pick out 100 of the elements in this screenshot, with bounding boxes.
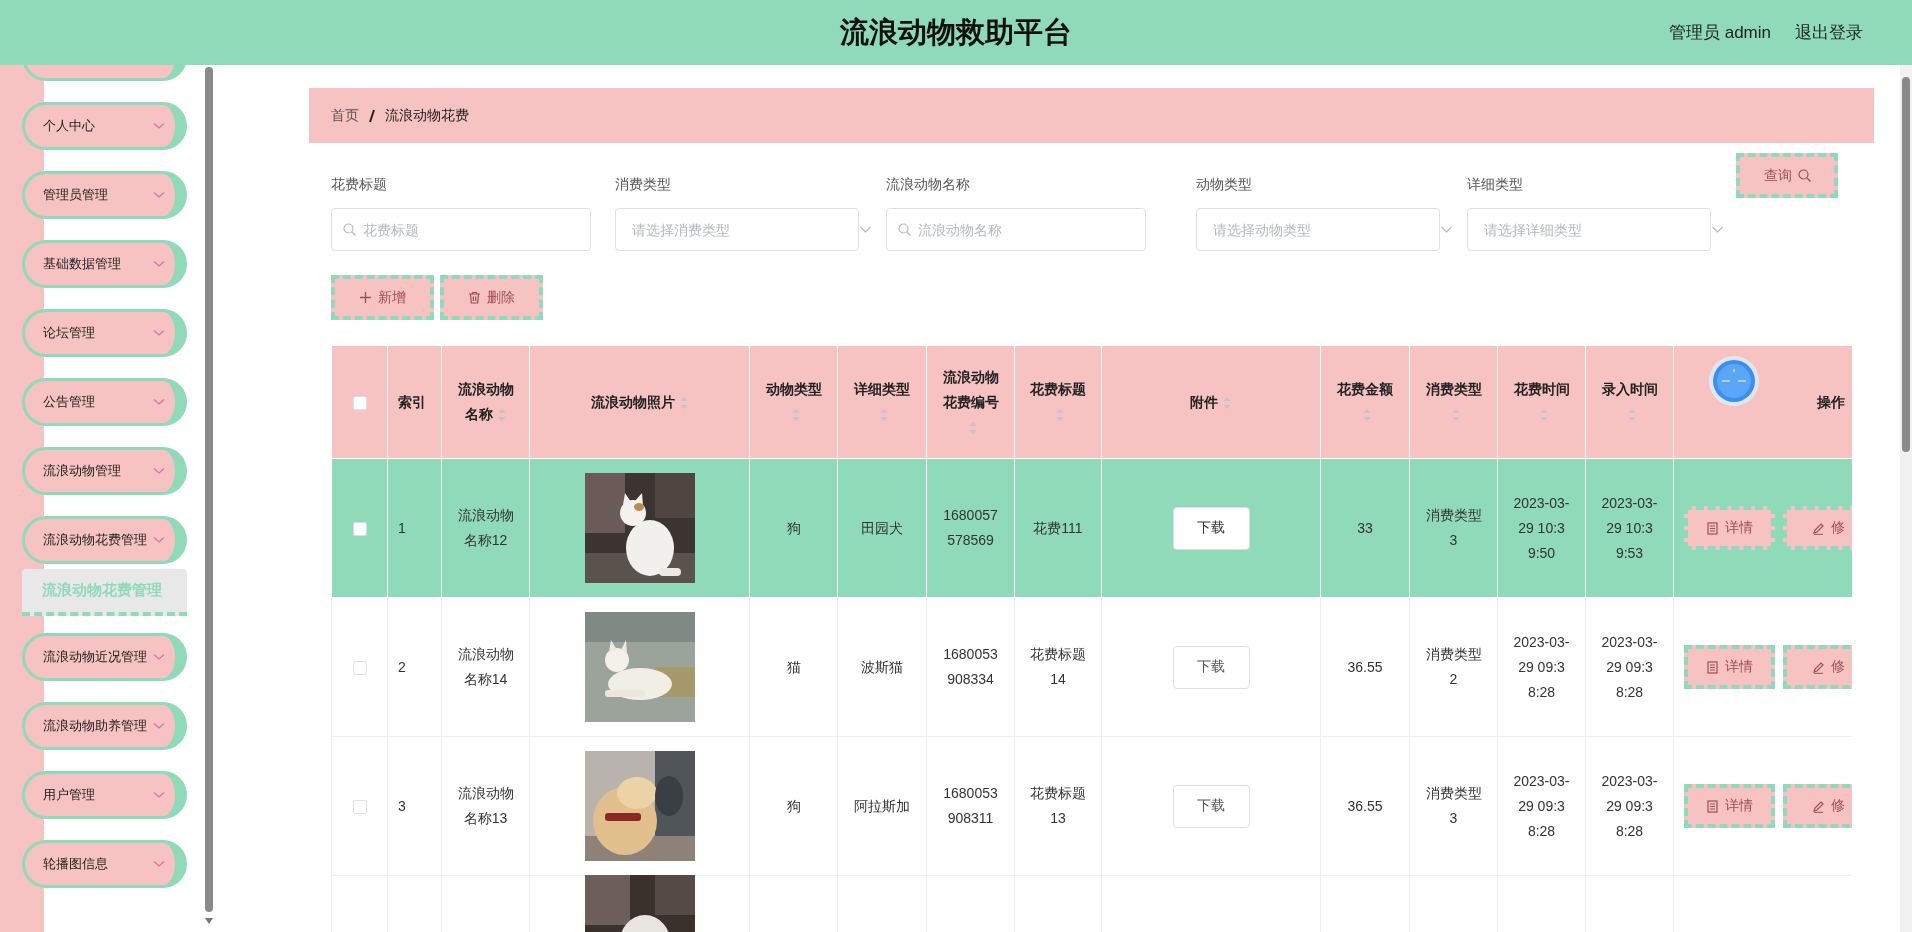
scrollbar-thumb[interactable]: [1902, 77, 1910, 452]
menu-item[interactable]: 流浪动物近况管理: [22, 633, 187, 681]
field-label: 详细类型: [1467, 176, 1524, 194]
sort-icon: [967, 420, 978, 435]
column-header: 操作: [1673, 345, 1852, 459]
field-label: 消费类型: [615, 176, 672, 194]
chevron-icon: [153, 722, 165, 730]
column-header: 流浪动物花费编号: [926, 345, 1015, 459]
dropdown-field[interactable]: 请选择消费类型: [615, 208, 859, 251]
table-cell: 流浪动物名称13: [441, 736, 530, 876]
table-cell: 阿拉斯加: [837, 736, 927, 876]
details-button[interactable]: 详情: [1684, 784, 1775, 828]
table-cell: 1680053908334: [926, 597, 1015, 737]
slash-icon: [368, 108, 376, 123]
search-icon: [1797, 169, 1811, 182]
table-cell: 1: [387, 458, 442, 598]
search-field[interactable]: 流浪动物名称: [886, 208, 1146, 251]
table-cell: 33: [1320, 458, 1410, 598]
chevron-icon: [153, 791, 165, 799]
sort-icon: [1538, 408, 1549, 423]
scrollbar-thumb[interactable]: [205, 67, 213, 912]
table-cell: 2023-03-29 09:38:28: [1585, 597, 1674, 737]
document-icon: [1706, 660, 1719, 674]
sort-icon: [678, 395, 689, 410]
pencil-icon: [1812, 799, 1825, 813]
checkbox[interactable]: [352, 521, 367, 536]
breadcrumb-link[interactable]: 首页: [331, 106, 359, 125]
edit-button[interactable]: 修: [1783, 506, 1852, 550]
add-button[interactable]: 新增: [331, 275, 434, 320]
document-icon: [1706, 799, 1719, 813]
download-button[interactable]: 下载: [1172, 784, 1250, 828]
field-label: 动物类型: [1196, 176, 1253, 194]
menu-item[interactable]: 论坛管理: [22, 309, 187, 357]
field-label: 花费标题: [331, 176, 388, 194]
column-header: 花费时间: [1497, 345, 1586, 459]
pencil-icon: [1812, 660, 1825, 674]
column-header: 流浪动物照片: [529, 345, 750, 459]
sort-icon: [1055, 408, 1065, 423]
field-label: 流浪动物名称: [886, 176, 971, 194]
column-header: 详细类型: [837, 345, 927, 459]
table-cell: 3: [387, 736, 442, 876]
menu-item[interactable]: 公告管理: [22, 378, 187, 426]
checkbox[interactable]: [352, 799, 367, 814]
sort-icon: [790, 408, 801, 423]
menu-item[interactable]: 个人中心: [22, 102, 187, 150]
menu-item[interactable]: 流浪动物助养管理: [22, 702, 187, 750]
table-cell: 波斯猫: [837, 597, 927, 737]
chevron-icon: [153, 536, 165, 544]
download-button[interactable]: 下载: [1172, 645, 1250, 689]
edit-button[interactable]: 修: [1783, 784, 1852, 828]
search-button[interactable]: 查询: [1736, 153, 1838, 198]
menu-item[interactable]: 轮播图信息: [22, 840, 187, 888]
logout-link[interactable]: 退出登录: [1795, 21, 1863, 44]
table-cell: 猫: [749, 597, 838, 737]
column-header: 流浪动物名称: [441, 345, 530, 459]
table-cell: 2: [387, 597, 442, 737]
table-cell: 花费111: [1014, 458, 1102, 598]
document-icon: [1706, 521, 1719, 535]
table-cell: 消费类型3: [1409, 736, 1498, 876]
chevron-icon: [153, 260, 165, 268]
column-header: 花费金额: [1320, 345, 1410, 459]
sort-icon: [1450, 408, 1461, 423]
download-button[interactable]: 下载: [1172, 506, 1250, 550]
column-header: 动物类型: [749, 345, 838, 459]
search-field[interactable]: 花费标题: [331, 208, 591, 251]
chevron-icon: [153, 122, 165, 130]
chevron-icon: [153, 191, 165, 199]
dropdown-field[interactable]: 请选择动物类型: [1196, 208, 1440, 251]
menu-item[interactable]: 流浪动物花费管理: [22, 516, 187, 564]
checkbox[interactable]: [352, 395, 367, 410]
details-button[interactable]: 详情: [1684, 506, 1775, 550]
table-cell: 2023-03-29 09:38:28: [1497, 597, 1586, 737]
menu-item[interactable]: 用户管理: [22, 771, 187, 819]
table-cell: 2023-03-29 10:39:50: [1497, 458, 1586, 598]
table-cell: 1680053908311: [926, 736, 1015, 876]
menu-item[interactable]: 流浪动物管理: [22, 447, 187, 495]
table-cell: 2023-03-29 09:38:28: [1497, 736, 1586, 876]
checkbox[interactable]: [352, 660, 367, 675]
menu-item[interactable]: 基础数据管理: [22, 240, 187, 288]
site-title: 流浪动物救助平台: [840, 15, 1072, 48]
sort-icon: [1222, 395, 1232, 410]
chevron-icon: [153, 860, 165, 868]
sort-icon: [1362, 408, 1372, 423]
table-cell: 2023-03-29 10:39:53: [1585, 458, 1674, 598]
table-cell: 2023-03-29 09:38:28: [1585, 736, 1674, 876]
chevron-icon: [153, 653, 165, 661]
user-label: 管理员 admin: [1668, 22, 1771, 44]
table-cell: 流浪动物名称14: [441, 597, 530, 737]
table-cell: 田园犬: [837, 458, 927, 598]
details-button[interactable]: 详情: [1684, 645, 1775, 689]
table-cell: 流浪动物名称12: [441, 458, 530, 598]
circle-icon: [1708, 355, 1760, 407]
menu-item[interactable]: 管理员管理: [22, 171, 187, 219]
column-header: 索引: [387, 345, 442, 459]
delete-button[interactable]: 删除: [440, 275, 543, 320]
dropdown-field[interactable]: 请选择详细类型: [1467, 208, 1711, 251]
column-header: 录入时间: [1585, 345, 1674, 459]
column-header: 花费标题: [1014, 345, 1102, 459]
edit-button[interactable]: 修: [1783, 645, 1852, 689]
table-cell: 消费类型2: [1409, 597, 1498, 737]
